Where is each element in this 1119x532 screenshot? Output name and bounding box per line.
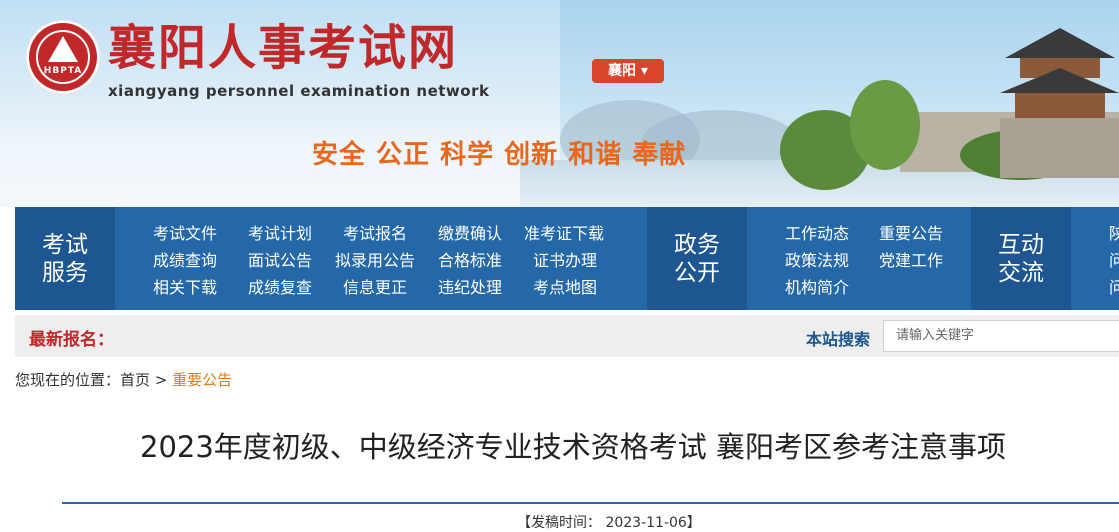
- nav-col: 考试文件 成绩查询 相关下载: [153, 220, 217, 301]
- latest-registration-label: 最新报名：: [29, 330, 114, 350]
- breadcrumb-home[interactable]: 首页: [120, 371, 150, 389]
- city-select-button[interactable]: 襄阳 ▾: [592, 59, 664, 83]
- nav-link[interactable]: 党建工作: [879, 247, 943, 274]
- article-title: 2023年度初级、中级经济专业技术资格考试 襄阳考区参考注意事项: [140, 430, 1007, 464]
- nav-link[interactable]: 缴费确认: [438, 220, 502, 247]
- nav-link[interactable]: 政策法规: [785, 247, 849, 274]
- nav-link[interactable]: 合格标准: [438, 247, 502, 274]
- nav-link[interactable]: 问: [1109, 247, 1119, 274]
- nav-link[interactable]: 信息更正: [335, 274, 415, 301]
- site-subtitle: xiangyang personnel examination network: [108, 82, 490, 100]
- nav-link[interactable]: 考试报名: [335, 220, 415, 247]
- nav-link[interactable]: 违纪处理: [438, 274, 502, 301]
- breadcrumb-current[interactable]: 重要公告: [172, 371, 232, 389]
- nav-link[interactable]: 考试计划: [248, 220, 312, 247]
- publish-date: 【发稿时间： 2023-11-06】: [517, 515, 701, 531]
- header-banner: HBPTA 襄阳人事考试网 xiangyang personnel examin…: [0, 0, 1119, 207]
- nav-link[interactable]: 相关下载: [153, 274, 217, 301]
- breadcrumb: 您现在的位置：首页 > 重要公告: [15, 369, 232, 390]
- slogan: 安全 公正 科学 创新 和谐 奉献: [312, 140, 687, 170]
- info-bar: 最新报名： 本站搜索 请输入关键字: [15, 315, 1119, 357]
- site-logo[interactable]: HBPTA: [26, 20, 100, 94]
- nav-link[interactable]: 拟录用公告: [335, 247, 415, 274]
- nav-link[interactable]: 成绩复查: [248, 274, 312, 301]
- nav-col: 重要公告 党建工作: [879, 220, 943, 274]
- site-search-label: 本站搜索: [806, 330, 871, 349]
- nav-group-interaction[interactable]: 互动 交流: [971, 207, 1071, 310]
- nav-link[interactable]: 考点地图: [524, 274, 604, 301]
- logo-triangle: [48, 36, 78, 62]
- nav-col: 陕 问 问: [1109, 220, 1119, 301]
- breadcrumb-prefix: 您现在的位置：: [15, 371, 121, 389]
- nav-link[interactable]: 成绩查询: [153, 247, 217, 274]
- nav-col: 考试计划 面试公告 成绩复查: [248, 220, 312, 301]
- search-input[interactable]: 请输入关键字: [883, 320, 1119, 352]
- breadcrumb-separator: >: [154, 371, 168, 389]
- nav-group-gov-affairs[interactable]: 政务 公开: [647, 207, 747, 310]
- nav-link[interactable]: 面试公告: [248, 247, 312, 274]
- nav-col: 准考证下载 证书办理 考点地图: [524, 220, 604, 301]
- nav-link[interactable]: 陕: [1109, 220, 1119, 247]
- nav-link[interactable]: 准考证下载: [524, 220, 604, 247]
- main-nav: 考试 服务 考试文件 成绩查询 相关下载 考试计划 面试公告 成绩复查 考试报名 …: [15, 207, 1119, 310]
- nav-link[interactable]: 证书办理: [524, 247, 604, 274]
- nav-col: 考试报名 拟录用公告 信息更正: [335, 220, 415, 301]
- nav-group-exam-service[interactable]: 考试 服务: [15, 207, 115, 310]
- site-title: 襄阳人事考试网: [108, 20, 459, 76]
- nav-link[interactable]: 考试文件: [153, 220, 217, 247]
- tree-image: [850, 80, 920, 170]
- nav-col: 缴费确认 合格标准 违纪处理: [438, 220, 502, 301]
- nav-link[interactable]: 问: [1109, 274, 1119, 301]
- nav-link[interactable]: 机构简介: [785, 274, 849, 301]
- logo-abbr: HBPTA: [43, 66, 83, 76]
- nav-link[interactable]: 工作动态: [785, 220, 849, 247]
- title-divider: [62, 502, 1119, 504]
- nav-link[interactable]: 重要公告: [879, 220, 943, 247]
- tower-image: [1000, 28, 1119, 178]
- nav-col: 工作动态 政策法规 机构简介: [785, 220, 849, 301]
